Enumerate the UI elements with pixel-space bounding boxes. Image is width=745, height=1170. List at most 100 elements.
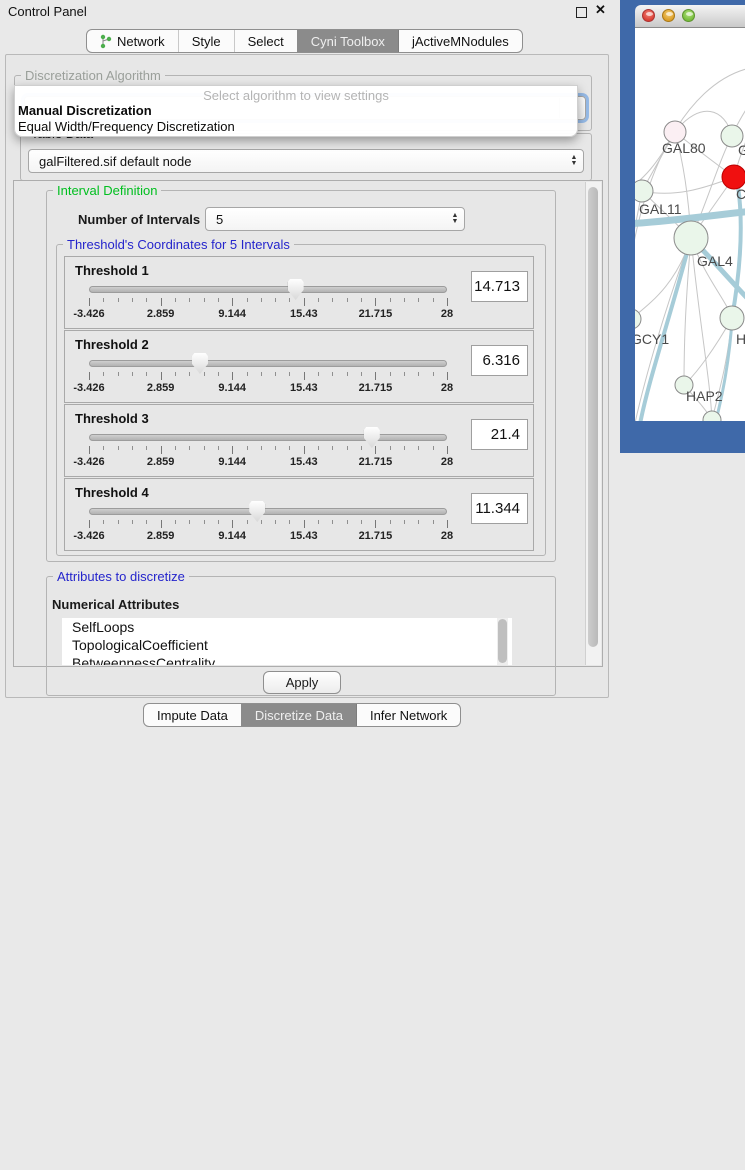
tab-style[interactable]: Style [178, 30, 234, 52]
table-panel: Table Panel ⚙ ☑☑ shared...na YDL19...YDL… [620, 453, 745, 745]
tick-label: 21.715 [359, 530, 393, 542]
threshold-value-field[interactable]: 14.713 [471, 271, 528, 302]
threshold-panel-1: Threshold 1-3.4262.8599.14415.4321.71528… [64, 256, 534, 329]
network-edge[interactable] [712, 318, 732, 420]
tick-mark [289, 520, 290, 524]
list-item-topologicalcoefficient[interactable]: TopologicalCoefficient [62, 636, 512, 654]
slider-ticks: -3.4262.8599.14415.4321.71528 [89, 446, 447, 472]
tick-mark [447, 298, 448, 306]
tab-impute-data[interactable]: Impute Data [144, 704, 241, 726]
tick-label: 2.859 [147, 530, 175, 542]
attributes-scrollbar[interactable] [497, 618, 508, 665]
list-item-betweennesscentrality[interactable]: BetweennessCentrality [62, 654, 512, 665]
slider-track[interactable] [89, 434, 447, 441]
number-of-intervals-combobox[interactable]: 5 ▲▼ [205, 207, 465, 231]
threshold-panel-4: Threshold 4-3.4262.8599.14415.4321.71528… [64, 478, 534, 551]
tick-label: 21.715 [359, 456, 393, 468]
tab-label: Cyni Toolbox [311, 34, 385, 49]
tick-label: 21.715 [359, 308, 393, 320]
tick-label: 9.144 [218, 456, 246, 468]
tick-mark [89, 446, 90, 454]
table-data-combobox[interactable]: galFiltered.sif default node ▲▼ [28, 149, 584, 173]
slider-track[interactable] [89, 508, 447, 515]
minimize-traffic-light-icon[interactable] [662, 9, 675, 22]
threshold-value-field[interactable]: 11.344 [471, 493, 528, 524]
numerical-attributes-list: SelfLoopsTopologicalCoefficientBetweenne… [62, 618, 512, 665]
threshold-value-field[interactable]: 6.316 [471, 345, 528, 376]
close-icon[interactable]: ✕ [595, 2, 606, 18]
stepper-arrows-icon[interactable]: ▲▼ [565, 155, 583, 167]
slider-track[interactable] [89, 286, 447, 293]
network-node[interactable] [720, 306, 744, 330]
tick-mark [261, 446, 262, 450]
network-edge[interactable] [642, 177, 734, 193]
popup-item-equal-width-frequency-discretization[interactable]: Equal Width/Frequency Discretization [18, 119, 235, 134]
tab-jactivemnodules[interactable]: jActiveMNodules [398, 30, 522, 52]
tick-mark [103, 520, 104, 524]
network-node[interactable] [674, 221, 708, 255]
tick-mark [189, 520, 190, 524]
float-window-icon[interactable] [576, 7, 587, 18]
stepper-arrows-icon[interactable]: ▲▼ [446, 213, 464, 225]
top-tab-bar: NetworkStyle Select Cyni Toolbox jActiveMNo… [86, 29, 523, 53]
slider-thumb[interactable] [288, 279, 304, 300]
tick-mark [146, 372, 147, 376]
threshold-panel-3: Threshold 3 -3.4262.8599.14415.4321.71528… [64, 404, 534, 477]
network-canvas[interactable]: GAL80GACGAL11GAL4GCY1HHAP2 [635, 28, 745, 421]
network-window-titlebar[interactable] [635, 5, 745, 28]
tick-mark [318, 520, 319, 524]
tab-cyni-toolbox[interactable]: Cyni Toolbox [297, 30, 398, 52]
control-panel-titlebar: Control Panel ✕ [0, 0, 620, 22]
slider-thumb[interactable] [249, 501, 265, 522]
algorithm-dropdown-popup: Select algorithm to view settings Manual… [14, 85, 578, 137]
tab-network[interactable]: Network [87, 30, 178, 52]
tick-mark [318, 372, 319, 376]
control-panel: Control Panel ✕ NetworkStyle Select Cyni T… [0, 0, 620, 745]
node-label: GAL4 [697, 253, 733, 269]
tick-mark [146, 520, 147, 524]
slider-ticks: -3.4262.8599.14415.4321.71528 [89, 520, 447, 546]
tick-mark [89, 372, 90, 380]
list-item-selfloops[interactable]: SelfLoops [62, 618, 512, 636]
vertical-scrollbar[interactable] [585, 182, 601, 665]
tick-mark [304, 446, 305, 454]
scrollbar-thumb[interactable] [588, 187, 598, 647]
tab-select[interactable]: Select [234, 30, 297, 52]
tick-mark [175, 298, 176, 302]
panel-title: Control Panel [8, 4, 87, 19]
tick-label: -3.426 [73, 308, 104, 320]
tab-infer-network[interactable]: Infer Network [356, 704, 460, 726]
tick-mark [275, 372, 276, 376]
network-edge[interactable] [732, 186, 741, 318]
tick-label: 15.43 [290, 382, 318, 394]
tick-label: 21.715 [359, 382, 393, 394]
scrollbar-thumb[interactable] [498, 619, 507, 663]
tick-mark [447, 372, 448, 380]
network-node[interactable] [635, 180, 653, 202]
tab-label: Select [248, 34, 284, 49]
zoom-traffic-light-icon[interactable] [682, 9, 695, 22]
tick-mark [418, 520, 419, 524]
tick-mark [375, 446, 376, 454]
apply-button[interactable]: Apply [263, 671, 341, 694]
tick-mark [89, 520, 90, 528]
tab-label: Infer Network [370, 708, 447, 723]
tick-mark [232, 446, 233, 454]
tick-mark [132, 520, 133, 524]
node-label: C [736, 186, 745, 202]
tick-mark [161, 520, 162, 528]
threshold-value-field[interactable]: 21.4 [471, 419, 528, 450]
tick-mark [418, 446, 419, 450]
tick-mark [261, 298, 262, 302]
close-traffic-light-icon[interactable] [642, 9, 655, 22]
popup-item-manual-discretization[interactable]: Manual Discretization [18, 103, 152, 118]
slider-track[interactable] [89, 360, 447, 367]
tick-mark [204, 372, 205, 376]
tick-mark [103, 446, 104, 450]
slider-thumb[interactable] [364, 427, 380, 448]
threshold-label: Threshold 3 [75, 411, 149, 426]
tick-mark [118, 446, 119, 450]
tab-discretize-data[interactable]: Discretize Data [241, 704, 356, 726]
slider-thumb[interactable] [192, 353, 208, 374]
tick-label: 15.43 [290, 530, 318, 542]
